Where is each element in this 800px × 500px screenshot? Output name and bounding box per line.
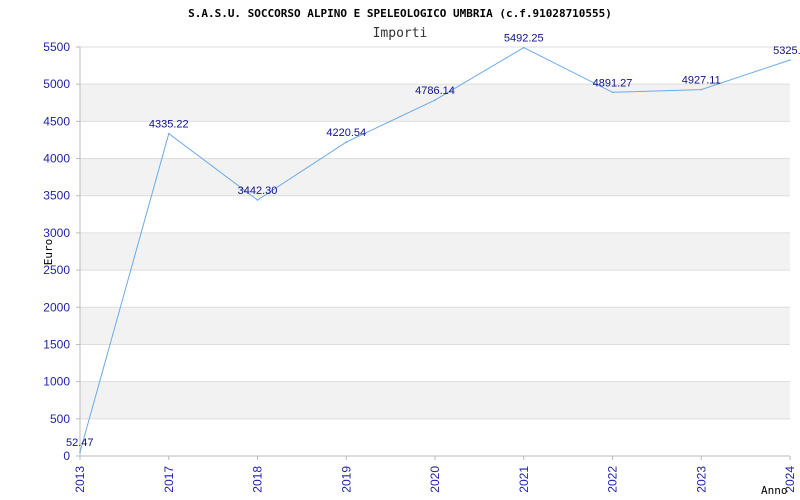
grid-band <box>80 307 790 345</box>
data-label: 5325.0 <box>773 45 800 57</box>
data-label: 4220.54 <box>326 127 366 139</box>
data-point <box>345 141 348 143</box>
chart-subtitle: Importi <box>373 26 428 41</box>
data-point <box>789 59 791 61</box>
y-tick-label: 5000 <box>43 77 70 91</box>
y-tick-label: 3000 <box>43 226 70 240</box>
data-point <box>434 99 436 101</box>
line-chart: 0500100015002000250030003500400045005000… <box>42 7 800 497</box>
data-label: 4335.22 <box>149 119 189 131</box>
data-point <box>79 451 81 453</box>
data-label: 3442.30 <box>238 185 278 197</box>
y-tick-label: 0 <box>63 449 70 463</box>
x-axis-title: Anno <box>761 484 788 497</box>
data-label: 4891.27 <box>593 77 633 89</box>
data-point <box>522 46 525 49</box>
y-tick-label: 500 <box>50 412 70 426</box>
data-point <box>611 91 614 94</box>
y-tick-label: 4000 <box>43 152 70 166</box>
y-tick-label: 1000 <box>43 375 70 389</box>
data-point <box>256 199 259 201</box>
x-tick-label: 2013 <box>73 466 87 493</box>
data-point <box>167 132 170 135</box>
x-tick-label: 2019 <box>339 466 353 493</box>
grid-bands <box>80 84 790 419</box>
data-point <box>700 88 703 91</box>
x-tick-label: 2022 <box>606 466 620 493</box>
grid-band <box>80 158 790 196</box>
grid-band <box>80 232 790 271</box>
data-label: 52.47 <box>66 437 94 449</box>
chart-title: S.A.S.U. SOCCORSO ALPINO E SPELEOLOGICO … <box>188 7 612 20</box>
x-tick-label: 2020 <box>428 466 442 493</box>
y-tick-label: 1500 <box>43 337 70 351</box>
x-tick-label: 2023 <box>694 466 708 493</box>
y-tick-label: 4500 <box>43 114 70 128</box>
x-tick-label: 2021 <box>517 466 531 493</box>
data-label: 4786.14 <box>415 85 455 97</box>
y-tick-label: 5500 <box>43 40 70 54</box>
grid-band <box>80 381 790 419</box>
y-tick-label: 3500 <box>43 189 70 203</box>
data-label: 5492.25 <box>504 33 544 45</box>
x-tick-labels: 2013 2017 2018 2019 2020 2021 2022 2023 2024 <box>73 466 797 493</box>
y-axis-title: Euro <box>42 239 55 266</box>
x-tick-label: 2018 <box>251 466 265 493</box>
x-tick-label: 2017 <box>162 466 176 493</box>
y-tick-label: 2000 <box>43 300 70 314</box>
data-label: 4927.11 <box>682 75 721 87</box>
